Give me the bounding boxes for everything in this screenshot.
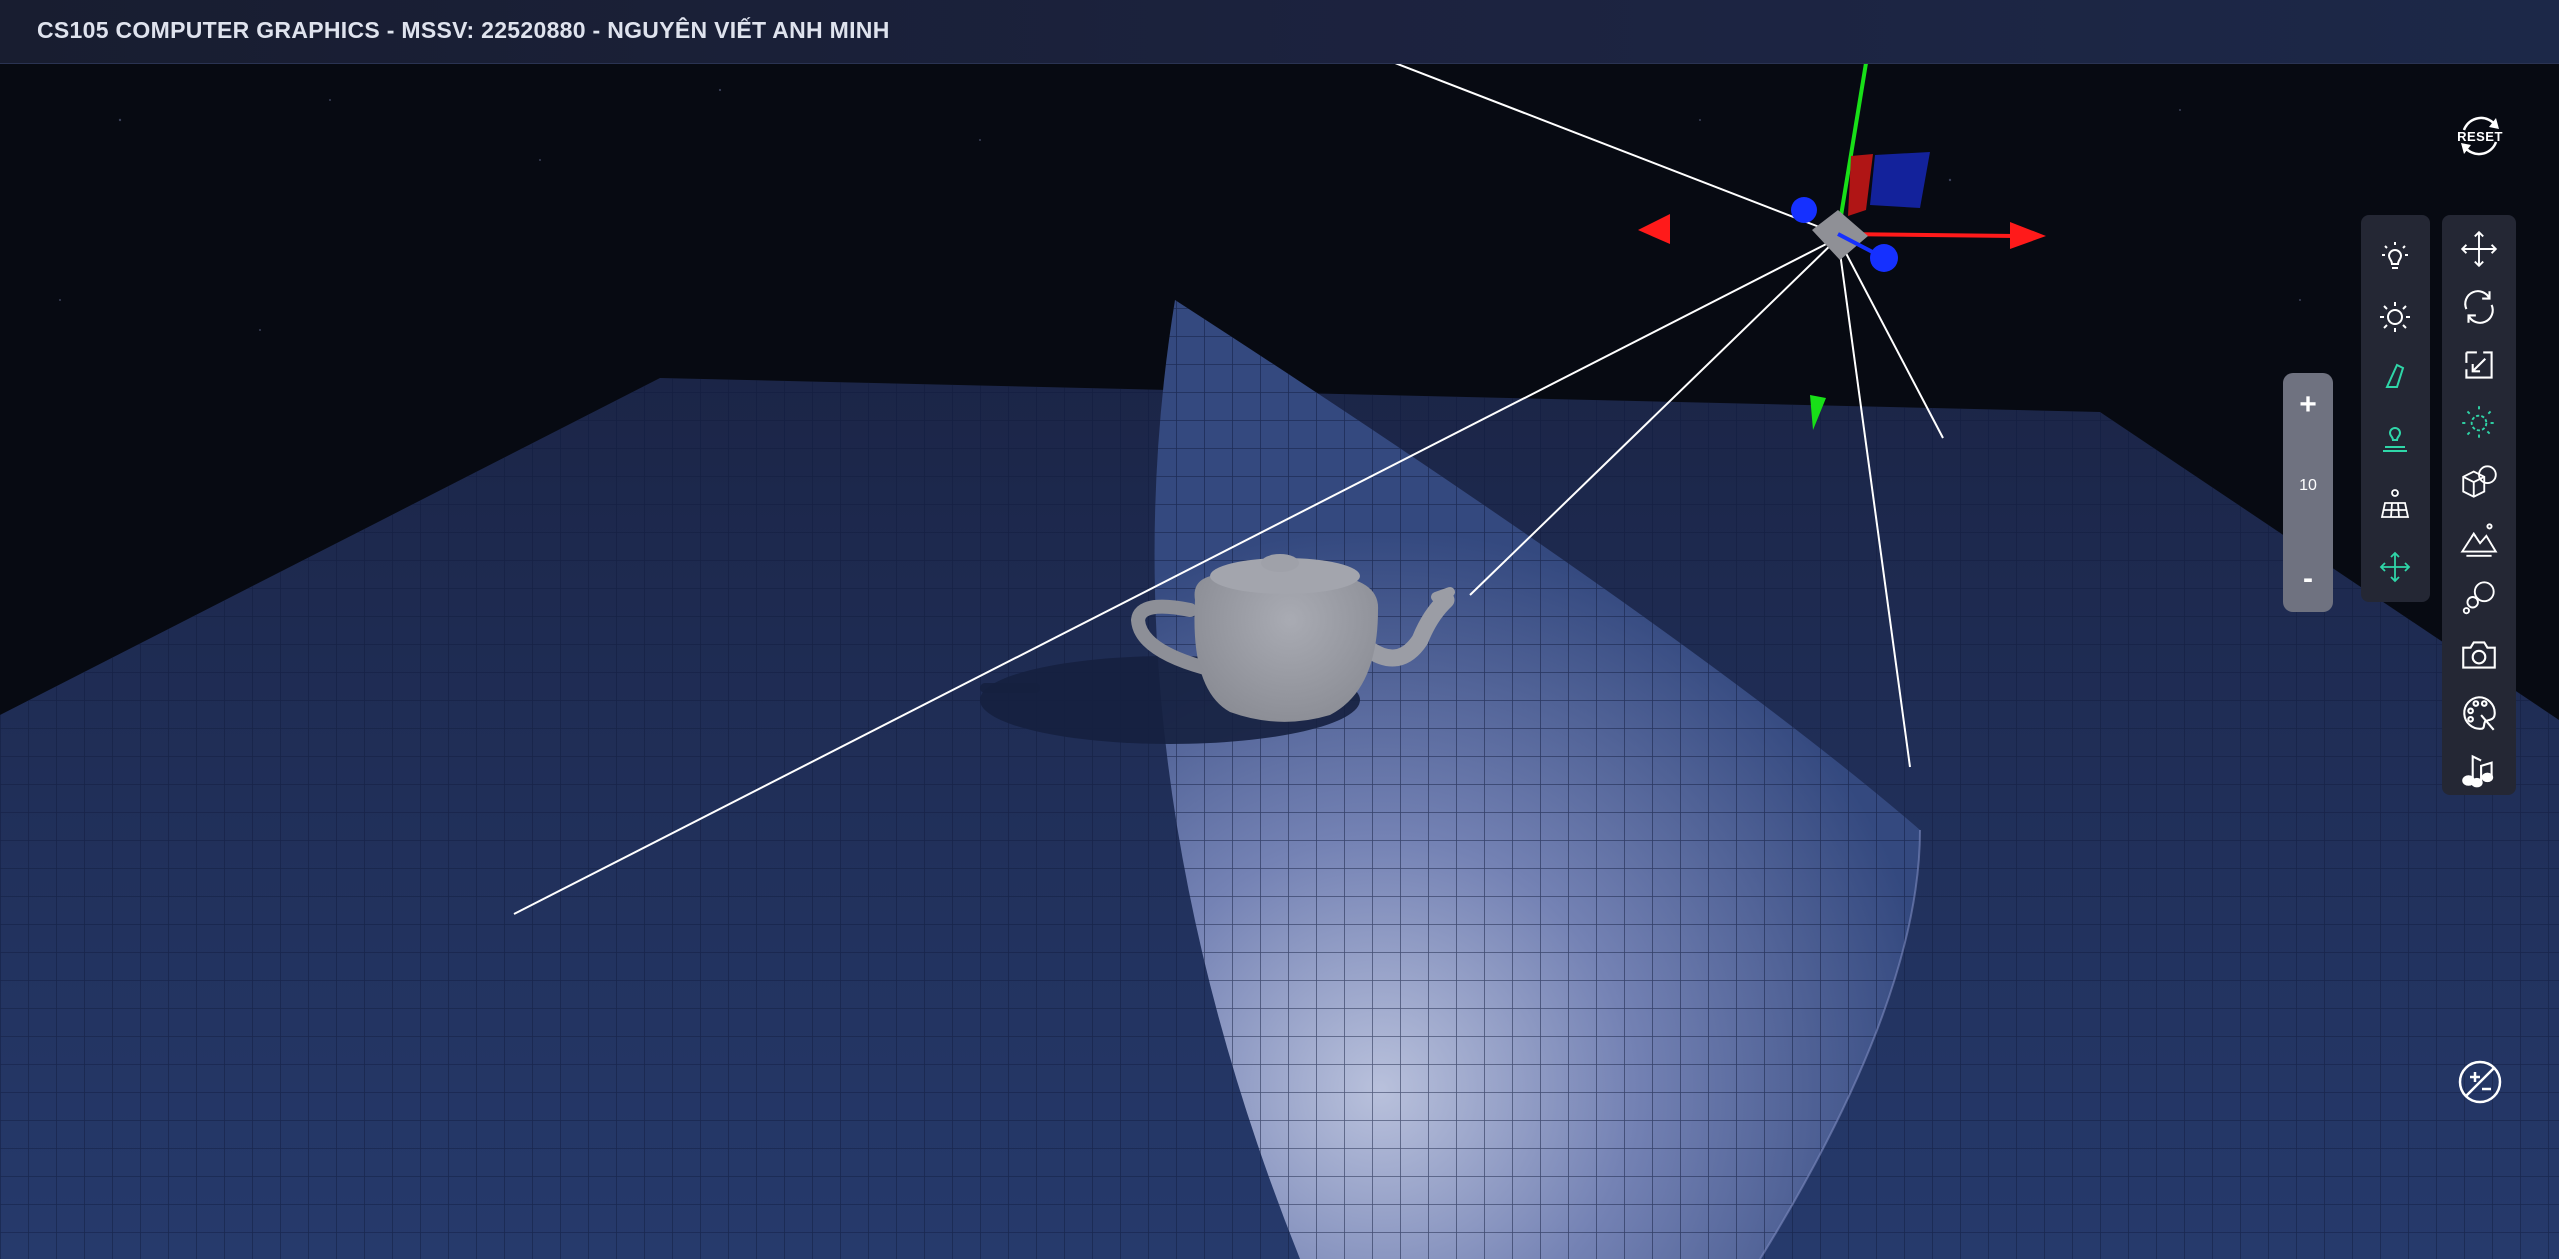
gizmo-z-handle-back [1791, 197, 1817, 223]
move-light-icon[interactable] [2373, 545, 2417, 589]
exposure-button[interactable] [2456, 1058, 2504, 1106]
main-toolbar [2442, 215, 2516, 795]
gizmo-xy-plane [1848, 154, 1873, 216]
translate-icon[interactable] [2457, 227, 2501, 271]
light-icon[interactable] [2457, 401, 2501, 445]
gizmo-x-cone [2010, 222, 2046, 249]
terrain-icon[interactable] [2457, 517, 2501, 561]
light-toolbar [2361, 215, 2430, 602]
zoom-value: 10 [2299, 477, 2317, 494]
3d-viewport[interactable] [0, 63, 2559, 1259]
gizmo-x-cone-negative [1638, 214, 1670, 244]
star-field [59, 88, 2301, 331]
palette-icon[interactable] [2457, 691, 2501, 735]
reset-button[interactable]: RESET [2452, 108, 2508, 164]
app-header: CS105 COMPUTER GRAPHICS - MSSV: 22520880… [0, 0, 2559, 64]
rotate-icon[interactable] [2457, 285, 2501, 329]
app-title: CS105 COMPUTER GRAPHICS - MSSV: 22520880… [37, 17, 890, 43]
sun-icon[interactable] [2373, 295, 2417, 339]
spotlight-icon[interactable] [2373, 355, 2417, 399]
point-light-icon[interactable] [2373, 415, 2417, 459]
zoom-control: + 10 - [2283, 373, 2333, 612]
reset-label: RESET [2457, 128, 2503, 144]
scene-canvas[interactable] [0, 63, 2559, 1259]
zoom-in-button[interactable]: + [2283, 385, 2333, 425]
solar-panel-icon[interactable] [2373, 483, 2417, 527]
shapes-icon[interactable] [2457, 459, 2501, 503]
gizmo-z-handle [1870, 244, 1898, 272]
camera-icon[interactable] [2457, 633, 2501, 677]
zoom-out-button[interactable]: - [2283, 559, 2333, 599]
gizmo-yz-plane [1870, 152, 1930, 208]
music-icon[interactable] [2457, 747, 2501, 791]
transform-gizmo[interactable] [1638, 63, 2046, 430]
animation-icon[interactable] [2457, 575, 2501, 619]
lightbulb-icon[interactable] [2373, 235, 2417, 279]
ground-plane [0, 300, 2559, 1259]
scale-icon[interactable] [2457, 343, 2501, 387]
plus-minus-icon [2458, 1060, 2502, 1104]
